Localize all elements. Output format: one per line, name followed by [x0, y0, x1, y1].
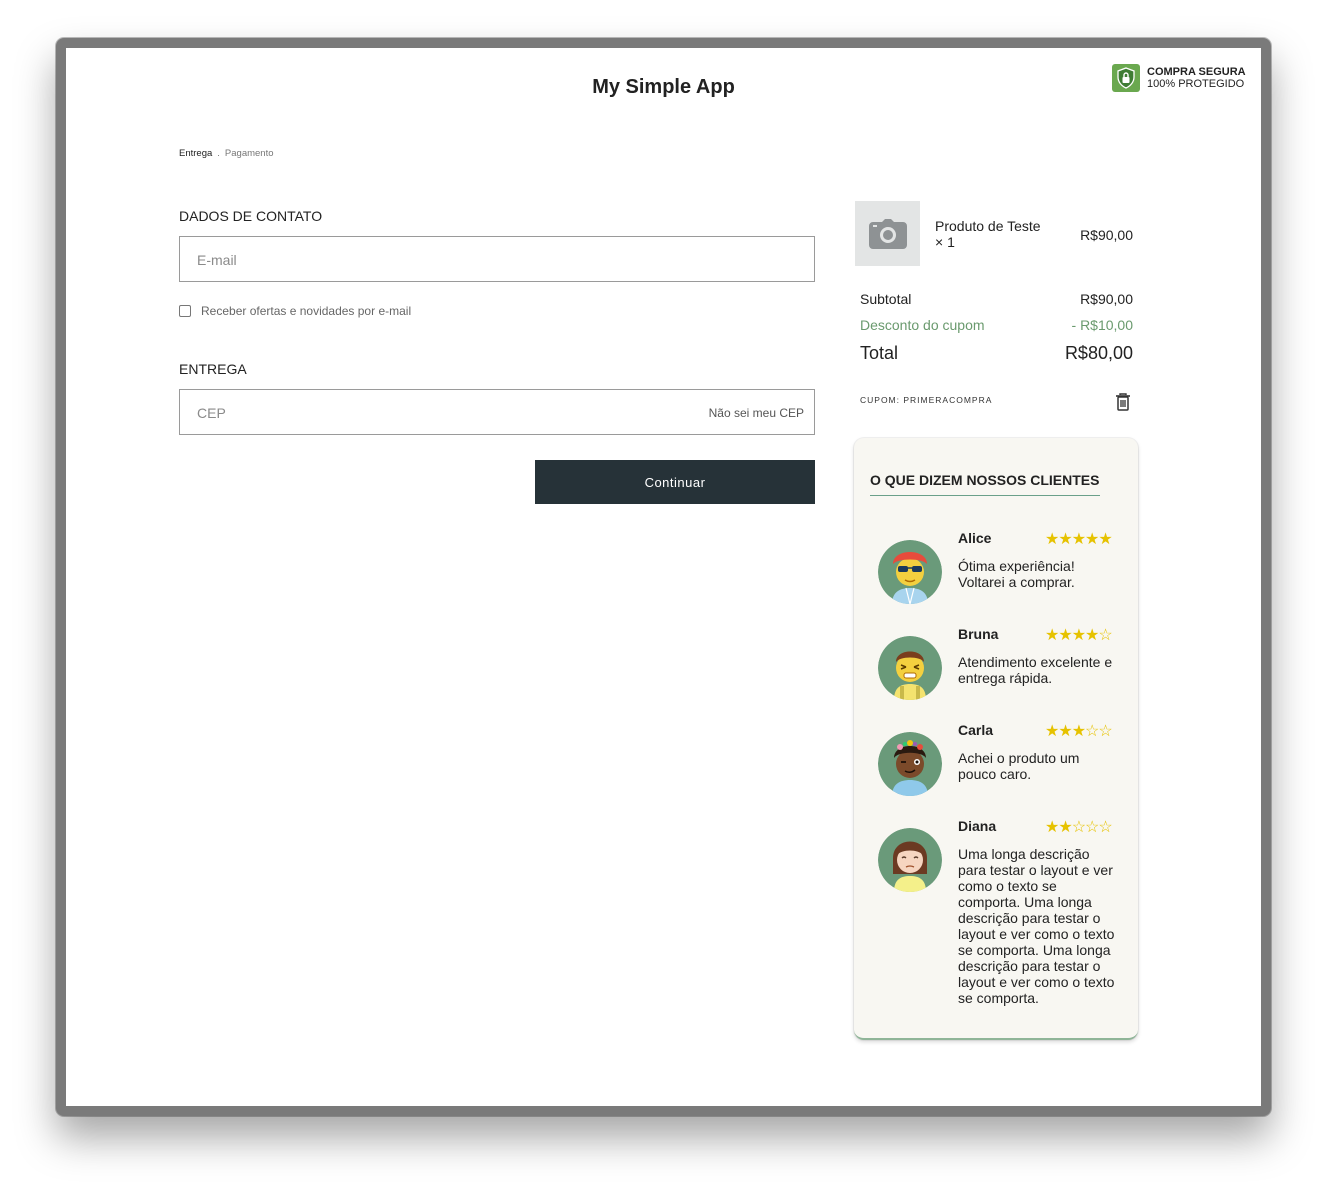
discount-value: - R$10,00: [1071, 317, 1133, 333]
delivery-section-title: ENTREGA: [179, 361, 247, 377]
total-row: Total R$80,00: [860, 343, 1133, 364]
newsletter-option: Receber ofertas e novidades por e-mail: [179, 304, 411, 318]
review-stars: ★★★☆☆: [1045, 723, 1113, 740]
secure-purchase-badge: COMPRA SEGURA 100% PROTEGIDO: [1112, 64, 1246, 92]
continue-button[interactable]: Continuar: [535, 460, 815, 504]
product-name: Produto de Teste: [935, 218, 1041, 234]
breadcrumb-entrega[interactable]: Entrega: [179, 148, 212, 159]
trash-icon[interactable]: [1115, 393, 1131, 416]
testimonials-card: O QUE DIZEM NOSSOS CLIENTES Alice ★★★★★ …: [854, 438, 1138, 1040]
discount-row: Desconto do cupom - R$10,00: [860, 317, 1133, 333]
avatar-carla: [878, 732, 942, 796]
newsletter-label[interactable]: Receber ofertas e novidades por e-mail: [201, 304, 411, 318]
contact-section-title: DADOS DE CONTATO: [179, 208, 323, 224]
breadcrumb: Entrega. Pagamento: [179, 148, 274, 159]
cep-field-wrapper: Não sei meu CEP: [179, 389, 815, 436]
subtotal-label: Subtotal: [860, 291, 912, 307]
avatar-bruna: [878, 636, 942, 700]
coupon-label: CUPOM: PRIMERACOMPRA: [860, 395, 993, 405]
secure-line-1: COMPRA SEGURA: [1147, 66, 1246, 78]
review-name: Bruna: [958, 626, 999, 642]
review-stars: ★★☆☆☆: [1045, 819, 1113, 836]
browser-window: My Simple App COMPRA SEGURA 100% PROTEGI…: [56, 38, 1271, 1116]
product-info: Produto de Teste × 1: [935, 218, 1041, 250]
camera-icon: [868, 218, 907, 249]
app-title: My Simple App: [592, 76, 735, 98]
subtotal-row: Subtotal R$90,00: [860, 291, 1133, 307]
review-name: Carla: [958, 722, 994, 738]
cep-input[interactable]: [195, 390, 679, 436]
subtotal-value: R$90,00: [1080, 291, 1133, 307]
newsletter-checkbox[interactable]: [179, 305, 191, 317]
product-quantity: × 1: [935, 234, 955, 250]
secure-line-2: 100% PROTEGIDO: [1147, 78, 1245, 90]
product-thumbnail: [855, 201, 920, 266]
total-label: Total: [860, 343, 899, 363]
testimonials-title: O QUE DIZEM NOSSOS CLIENTES: [870, 472, 1100, 496]
review-text: Uma longa descrição para testar o layout…: [958, 846, 1115, 1006]
avatar-alice: [878, 540, 942, 604]
email-input[interactable]: [195, 237, 679, 283]
page-viewport: My Simple App COMPRA SEGURA 100% PROTEGI…: [66, 48, 1261, 1106]
avatar-diana: [878, 828, 942, 892]
breadcrumb-pagamento[interactable]: Pagamento: [225, 148, 274, 159]
review-text: Atendimento excelente e entrega rápida.: [958, 654, 1113, 686]
review-name: Alice: [958, 530, 992, 546]
discount-label: Desconto do cupom: [860, 317, 985, 333]
product-price: R$90,00: [1080, 227, 1133, 243]
email-field-wrapper: [179, 236, 815, 283]
review-stars: ★★★★☆: [1045, 627, 1113, 644]
unknown-cep-link[interactable]: Não sei meu CEP: [709, 406, 804, 420]
shield-lock-icon: [1112, 64, 1140, 92]
review-text: Achei o produto um pouco caro.: [958, 750, 1080, 782]
breadcrumb-separator: .: [217, 148, 220, 159]
review-name: Diana: [958, 818, 997, 834]
total-value: R$80,00: [1064, 343, 1133, 363]
review-text: Ótima experiência! Voltarei a comprar.: [958, 558, 1075, 590]
review-stars: ★★★★★: [1045, 531, 1113, 548]
